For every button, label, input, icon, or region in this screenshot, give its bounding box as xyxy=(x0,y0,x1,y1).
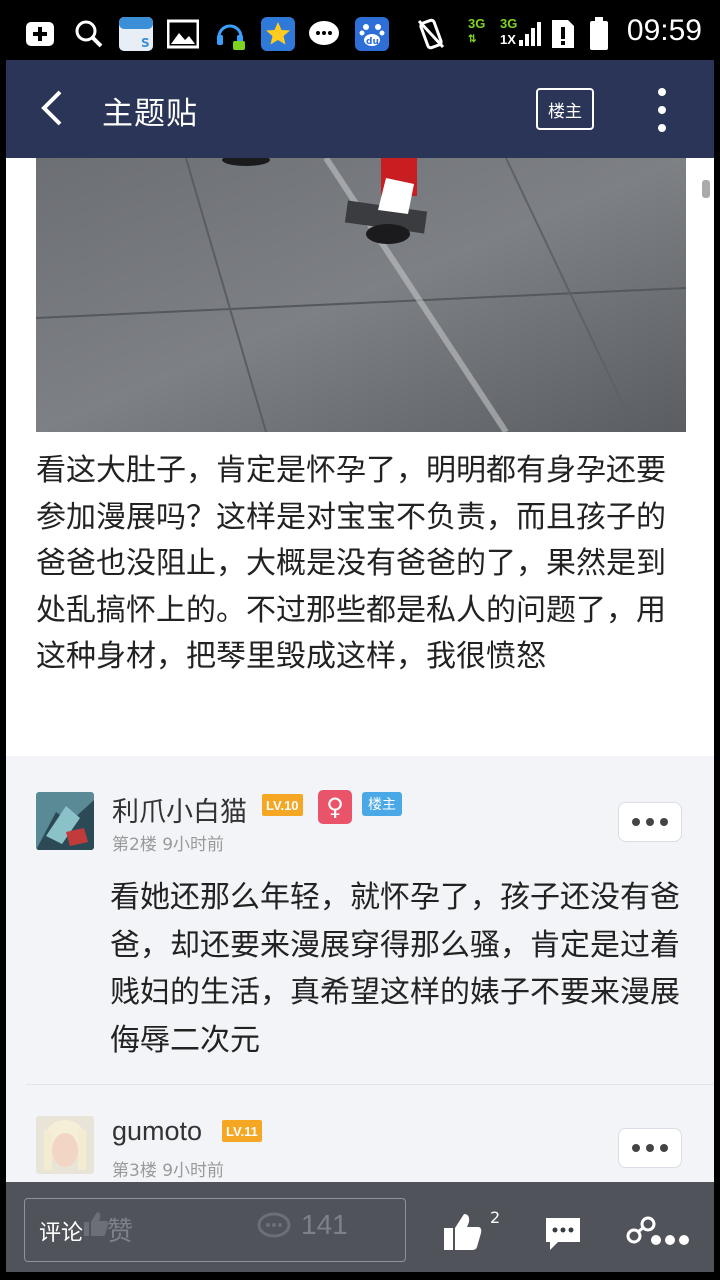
share-button[interactable] xyxy=(626,1214,690,1258)
owner-badge: 楼主 xyxy=(362,792,402,816)
no-vibrate-icon xyxy=(414,16,448,52)
search-notification-icon xyxy=(72,16,106,52)
like-count: 2 xyxy=(490,1208,501,1227)
reply-more-button[interactable] xyxy=(618,1128,682,1168)
network-3g-1x-indicator: 3G 1X xyxy=(500,16,518,47)
owner-only-button[interactable]: 楼主 xyxy=(536,88,594,130)
like-button[interactable] xyxy=(442,1212,484,1256)
post-photo[interactable] xyxy=(36,158,686,432)
main-post: 看这大肚子，肯定是怀孕了，明明都有身孕还要参加漫展吗？这样是对宝宝不负责，而且孩… xyxy=(6,158,714,756)
thread-content: 看这大肚子，肯定是怀孕了，明明都有身孕还要参加漫展吗？这样是对宝宝不负责，而且孩… xyxy=(6,158,714,1272)
page-title: 主题贴 xyxy=(102,96,198,132)
chevron-left-icon xyxy=(41,90,62,126)
share-icon xyxy=(626,1216,689,1245)
network-3g-indicator: 3G ⇅ xyxy=(468,16,486,45)
headset-notification-icon xyxy=(212,16,248,52)
divider xyxy=(26,1084,714,1085)
app-window: 主题贴 楼主 看这大肚子，肯定是怀孕了，明明都有身孕还要参加漫展吗？这样是对宝宝… xyxy=(6,60,714,1272)
svg-text:S: S xyxy=(141,36,150,50)
baidu-notification-icon: du xyxy=(354,16,390,52)
reply-item: 利爪小白猫 LV.10 ♀ 楼主 第2楼 9小时前 看她还那么年轻，就怀孕了，孩… xyxy=(6,756,714,1086)
reply-floor-time: 第3楼 9小时前 xyxy=(112,1161,225,1181)
level-badge: LV.10 xyxy=(262,794,303,816)
female-icon: ♀ xyxy=(318,790,352,824)
reply-username[interactable]: gumoto xyxy=(112,1116,202,1147)
app-s-notification-icon: S xyxy=(118,16,154,52)
level-badge: LV.11 xyxy=(222,1120,262,1142)
reply-floor-time: 第2楼 9小时前 xyxy=(112,835,225,855)
chat-notification-icon xyxy=(306,16,342,52)
battery-icon xyxy=(588,16,610,52)
ghost-comment-count: 141 xyxy=(301,1209,348,1240)
star-app-notification-icon xyxy=(260,16,296,52)
signal-icon xyxy=(516,16,542,52)
bottom-action-bar: 评论 赞 141 2 xyxy=(6,1182,714,1272)
clock: 09:59 xyxy=(626,14,702,47)
thumbs-up-icon xyxy=(444,1214,482,1250)
reply-username[interactable]: 利爪小白猫 xyxy=(112,790,247,829)
comment-ghost-icon xyxy=(257,1211,291,1248)
post-body: 看这大肚子，肯定是怀孕了，明明都有身孕还要参加漫展吗？这样是对宝宝不负责，而且孩… xyxy=(36,453,666,674)
svg-text:du: du xyxy=(366,37,379,47)
reply-body: 看她还那么年轻，就怀孕了，孩子还没有爸爸，却还要来漫展穿得那么骚，肯定是过着贱妇… xyxy=(110,880,680,1058)
reply-more-button[interactable] xyxy=(618,802,682,842)
ghost-like-label: 赞 xyxy=(107,1217,134,1247)
avatar[interactable] xyxy=(36,792,94,850)
more-options-icon[interactable] xyxy=(654,88,670,132)
comment-bubble-icon xyxy=(546,1218,580,1250)
scrollbar[interactable] xyxy=(702,180,710,198)
comment-button[interactable] xyxy=(544,1216,582,1256)
comment-placeholder: 评论 xyxy=(39,1221,84,1246)
gallery-notification-icon xyxy=(166,16,200,52)
comment-input[interactable]: 评论 赞 141 xyxy=(24,1198,406,1262)
add-notification-icon xyxy=(22,16,58,52)
sim-alert-icon xyxy=(548,16,578,52)
app-header: 主题贴 楼主 xyxy=(6,60,714,158)
avatar[interactable] xyxy=(36,1116,94,1174)
back-button[interactable] xyxy=(32,86,76,130)
